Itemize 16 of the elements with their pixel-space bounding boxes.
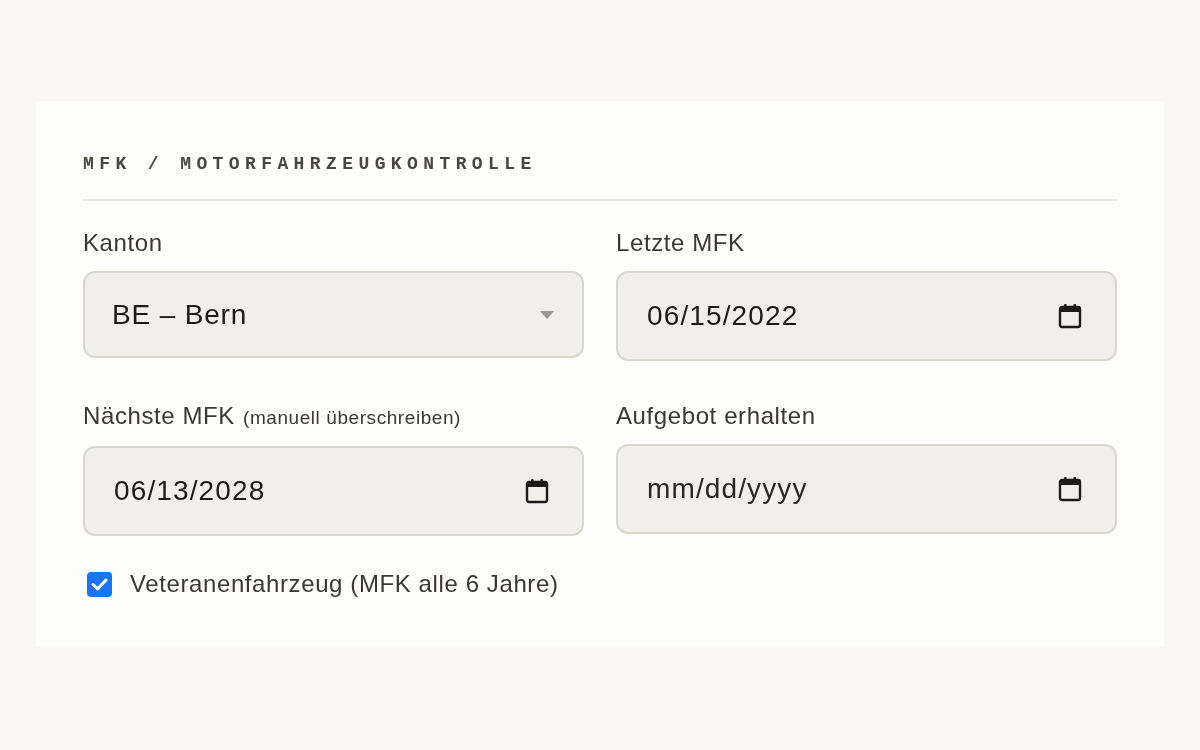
field-label: Nächste MFK bbox=[83, 401, 235, 431]
calendar-icon[interactable] bbox=[1058, 303, 1082, 329]
section-title: MFK / MOTORFAHRZEUGKONTROLLE bbox=[83, 153, 537, 176]
calendar-icon[interactable] bbox=[1058, 476, 1082, 502]
field-label: Aufgebot erhalten bbox=[616, 401, 816, 431]
select-field[interactable]: BE – Bern bbox=[83, 271, 584, 358]
field-label: Kanton bbox=[83, 228, 163, 258]
date-field[interactable]: mm/dd/yyyy bbox=[616, 444, 1117, 534]
checkbox-label: Veteranenfahrzeug (MFK alle 6 Jahre) bbox=[130, 569, 559, 599]
caret-down-icon bbox=[540, 310, 554, 319]
checkbox[interactable] bbox=[87, 571, 112, 597]
date-field[interactable]: 06/15/2022 bbox=[616, 271, 1117, 361]
calendar-icon[interactable] bbox=[525, 478, 549, 504]
date-field[interactable]: 06/13/2028 bbox=[83, 446, 584, 536]
field-label: Letzte MFK bbox=[616, 228, 745, 258]
field-hint: (manuell überschreiben) bbox=[243, 406, 461, 430]
